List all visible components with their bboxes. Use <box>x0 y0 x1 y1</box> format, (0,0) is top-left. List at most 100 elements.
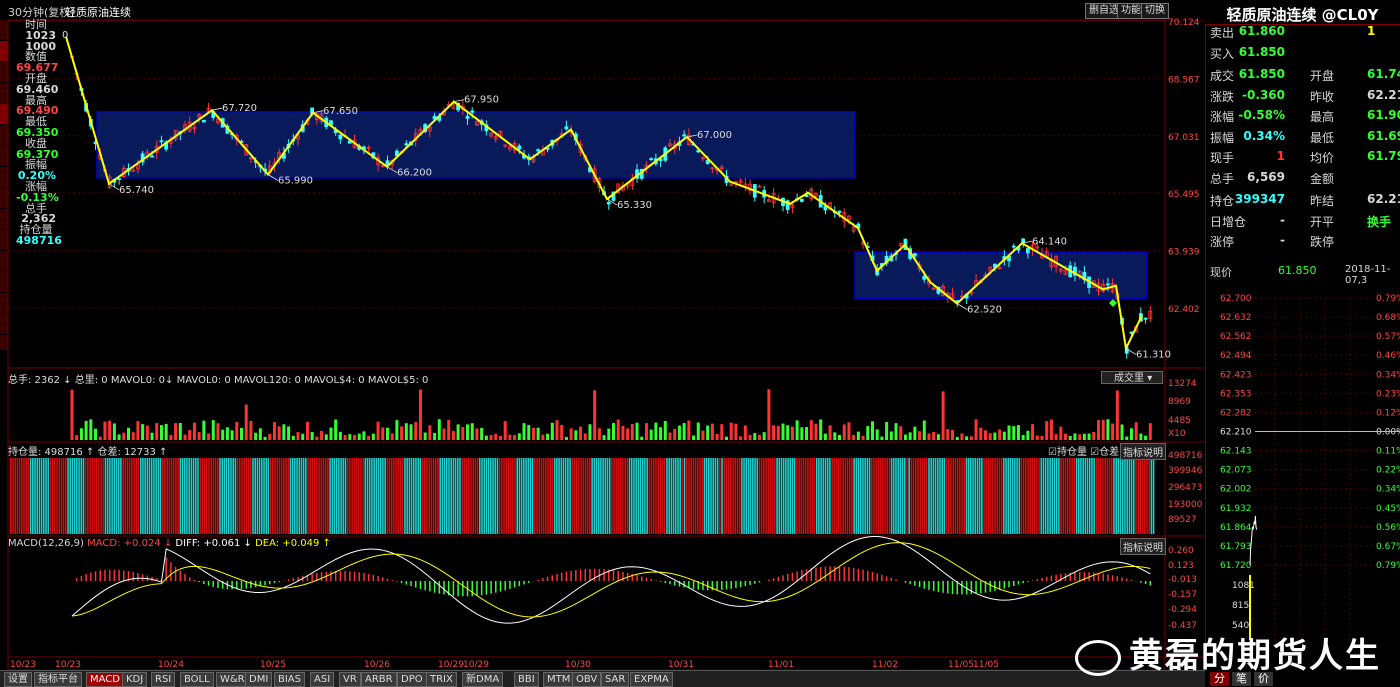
tab-rsi[interactable]: RSI <box>151 672 176 687</box>
tab-trix[interactable]: TRIX <box>426 672 457 687</box>
oi-bar <box>917 458 919 534</box>
tab-设置[interactable]: 设置 <box>4 672 32 687</box>
oi-bar <box>309 458 312 534</box>
volume-bar <box>1096 420 1100 440</box>
tab-asi[interactable]: ASI <box>310 672 335 687</box>
volume-bar <box>1111 423 1115 440</box>
oi-bar <box>126 458 129 534</box>
oi-bar <box>468 458 470 534</box>
oi-bar <box>864 458 866 534</box>
oi-bar <box>479 458 481 534</box>
macd-y-tick: -0.157 <box>1168 590 1197 600</box>
volume-bar <box>169 435 173 440</box>
tab-dpo[interactable]: DPO <box>397 672 427 687</box>
oi-bar <box>708 458 710 534</box>
oi-bar <box>1143 458 1146 534</box>
oi-help-button[interactable]: 指标说明 <box>1120 443 1166 460</box>
tab-dmi[interactable]: DMI <box>245 672 273 687</box>
quote-value: 1 <box>1276 149 1285 163</box>
oi-bar <box>100 458 102 534</box>
oi-bar <box>787 458 789 534</box>
volume-bar <box>828 425 832 440</box>
volume-bar <box>221 429 225 440</box>
oi-bar <box>1018 458 1021 534</box>
oi-bar <box>835 458 838 534</box>
checkbox-icon[interactable]: ☑ <box>1090 447 1099 458</box>
oi-bar <box>509 458 512 534</box>
oi-bar <box>14 458 17 534</box>
volume-bar <box>654 422 658 440</box>
tab-新dma[interactable]: 新DMA <box>462 672 504 687</box>
oi-bar <box>360 458 362 534</box>
oi-bar <box>954 458 957 534</box>
oi-bar <box>1003 458 1005 534</box>
volume-bar <box>225 427 229 440</box>
volume-bar <box>979 427 983 440</box>
checkbox-icon[interactable]: ☑ <box>1048 447 1057 458</box>
x-tick-label: 10/29 <box>463 660 489 670</box>
volume-header-text: 总手: 2362 ↓ 总里: 0 MAVOL0: 0↓ MAVOL0: 0 MA… <box>8 375 429 386</box>
oi-bar <box>646 458 648 534</box>
volume-type-select[interactable]: 成交里 ▾ <box>1101 371 1163 384</box>
tab-expma[interactable]: EXPMA <box>630 672 673 687</box>
tab-sar[interactable]: SAR <box>601 672 630 687</box>
volume-bar <box>696 422 700 440</box>
tab-kdj[interactable]: KDJ <box>122 672 148 687</box>
oi-bar <box>481 458 483 534</box>
tab-vr[interactable]: VR <box>339 672 361 687</box>
volume-bar <box>1068 435 1072 440</box>
candle-body <box>705 160 710 164</box>
oi-bar <box>796 458 798 534</box>
tab-mtm[interactable]: MTM <box>543 672 575 687</box>
volume-bar <box>517 433 521 440</box>
volume-bar <box>428 425 432 440</box>
oi-bar <box>923 458 926 534</box>
annotation-label: 0 <box>62 30 68 41</box>
volume-bar <box>136 421 140 440</box>
oi-bar <box>430 458 433 534</box>
oi-bar <box>423 458 426 534</box>
oi-bar <box>465 458 468 534</box>
annotation-label: 61.310 <box>1136 349 1171 360</box>
oi-bar <box>912 458 915 534</box>
tab-bbi[interactable]: BBI <box>514 672 539 687</box>
tab-obv[interactable]: OBV <box>572 672 602 687</box>
intraday-price-tick: 62.073 <box>1220 466 1252 476</box>
oi-bar <box>71 458 74 534</box>
quote-label-2: 开盘 <box>1310 69 1335 83</box>
oi-bar <box>626 458 629 534</box>
x-tick-label: 10/24 <box>158 660 184 670</box>
volume-bar <box>178 423 182 440</box>
oi-bar <box>212 458 215 534</box>
oi-bar <box>166 458 168 534</box>
tab-macd[interactable]: MACD <box>86 672 124 687</box>
macd-help-button[interactable]: 指标说明 <box>1120 538 1166 555</box>
oi-bar <box>536 458 538 534</box>
oi-bar <box>600 458 602 534</box>
oi-bar <box>60 458 63 534</box>
tab-arbr[interactable]: ARBR <box>361 672 397 687</box>
tab-w&r[interactable]: W&R <box>216 672 249 687</box>
oi-bar <box>329 458 331 534</box>
quote-value: 61.850 <box>1238 67 1285 81</box>
x-tick-label: 11/01 <box>768 660 794 670</box>
volume-bar <box>145 425 149 440</box>
oi-bar <box>496 458 499 534</box>
oi-bar <box>822 458 825 534</box>
oi-bar <box>531 458 534 534</box>
oi-bar <box>1042 458 1045 534</box>
macd-y-tick: 0.123 <box>1168 561 1194 571</box>
tab-boll[interactable]: BOLL <box>180 672 214 687</box>
oi-bar <box>813 458 816 534</box>
intraday-price-tick: 62.632 <box>1220 313 1252 323</box>
chart-canvas: 65.740 67.720 65.990 67.650 66.200 67.950 65.3… <box>7 18 1400 671</box>
oi-bar <box>892 458 895 534</box>
oi-bar <box>263 458 265 534</box>
tab-指标平台[interactable]: 指标平台 <box>34 672 82 687</box>
oi-bar <box>25 458 28 534</box>
tab-bias[interactable]: BIAS <box>274 672 305 687</box>
volume-bar <box>1049 419 1053 440</box>
oi-bar <box>38 458 41 534</box>
oi-bar <box>820 458 822 534</box>
oi-bar <box>128 458 131 534</box>
